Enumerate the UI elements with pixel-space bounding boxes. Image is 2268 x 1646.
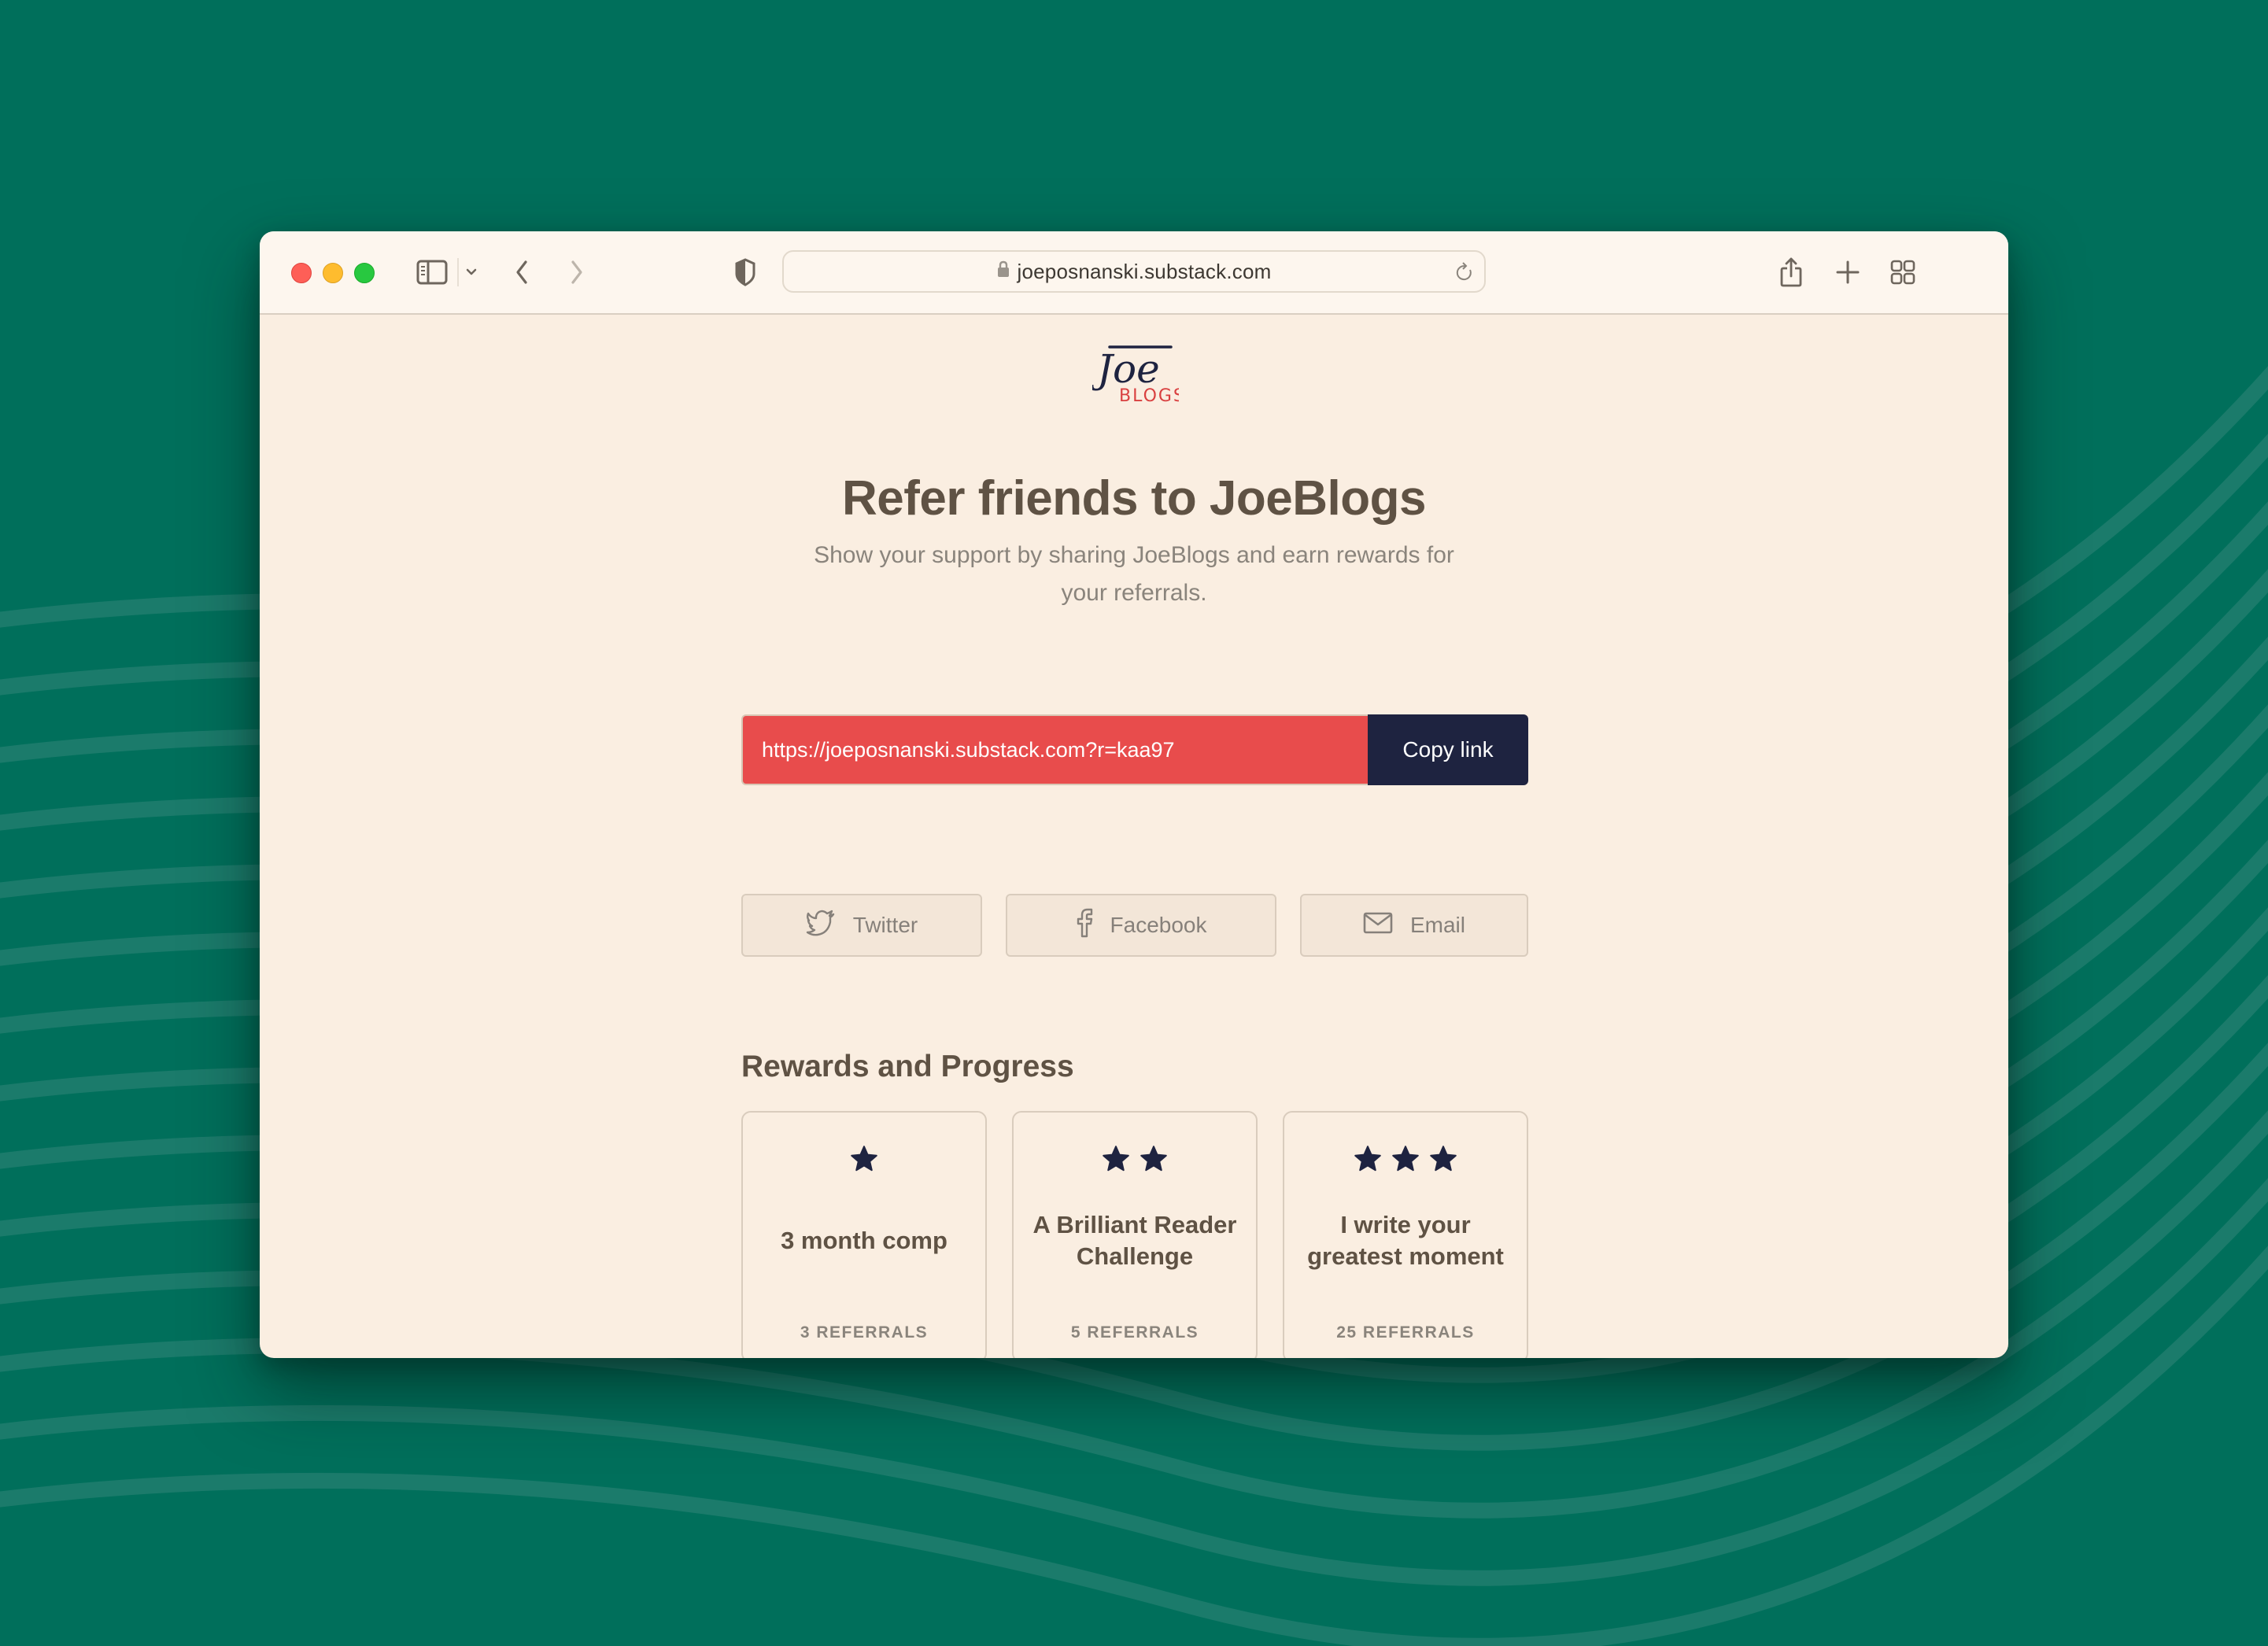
twitter-icon <box>806 910 836 942</box>
reward-title: 3 month comp <box>781 1227 947 1254</box>
sidebar-icon[interactable] <box>414 255 450 290</box>
reward-requirement: 5 REFERRALS <box>1070 1323 1199 1342</box>
privacy-shield-icon[interactable] <box>732 255 759 290</box>
reward-stars <box>743 1144 985 1174</box>
share-twitter-label: Twitter <box>852 913 918 937</box>
reload-icon[interactable] <box>1454 261 1475 287</box>
reward-card: A Brilliant Reader Challenge 5 REFERRALS <box>1012 1111 1258 1358</box>
share-facebook-button[interactable]: Facebook <box>1006 894 1276 957</box>
url-text: joeposnanski.substack.com <box>1017 260 1272 283</box>
star-icon <box>1140 1146 1167 1172</box>
browser-toolbar: joeposnanski.substack.com <box>260 231 2008 315</box>
reward-stars <box>1284 1144 1527 1174</box>
reward-requirement: 3 REFERRALS <box>800 1323 929 1342</box>
logo-joe-text: Joe <box>1092 346 1160 392</box>
star-icon <box>1103 1146 1129 1172</box>
page-title: Refer friends to JoeBlogs <box>842 471 1426 526</box>
reward-stars <box>1014 1144 1256 1174</box>
forward-icon[interactable] <box>563 255 590 290</box>
facebook-icon <box>1076 908 1093 943</box>
tab-overview-icon[interactable] <box>1887 255 1919 290</box>
referral-link-input[interactable] <box>741 714 1368 785</box>
reward-card: I write your greatest moment 25 REFERRAL… <box>1283 1111 1528 1358</box>
zoom-window-button[interactable] <box>354 263 375 283</box>
copy-link-button[interactable]: Copy link <box>1368 714 1528 785</box>
page-content: Joe BLOGS Refer friends to JoeBlogs Show… <box>260 315 2008 1358</box>
joeblogs-logo[interactable]: Joe BLOGS <box>1092 343 1179 406</box>
share-twitter-button[interactable]: Twitter <box>741 894 982 957</box>
rewards-section-title: Rewards and Progress <box>741 1050 1074 1083</box>
reward-requirement: 25 REFERRALS <box>1336 1323 1475 1342</box>
share-icon[interactable] <box>1775 255 1807 290</box>
address-bar[interactable]: joeposnanski.substack.com <box>782 250 1486 293</box>
chevron-down-icon[interactable] <box>461 255 482 290</box>
reward-title: I write your greatest moment <box>1307 1211 1504 1270</box>
share-email-button[interactable]: Email <box>1300 894 1528 957</box>
star-icon <box>1430 1146 1457 1172</box>
email-icon <box>1363 912 1393 939</box>
page-subtitle: Show your support by sharing JoeBlogs an… <box>814 542 1454 606</box>
reward-card: 3 month comp 3 REFERRALS <box>741 1111 987 1358</box>
share-facebook-label: Facebook <box>1110 913 1207 937</box>
new-tab-icon[interactable] <box>1832 255 1864 290</box>
lock-icon <box>997 251 1010 290</box>
minimize-window-button[interactable] <box>323 263 343 283</box>
star-icon <box>1392 1146 1419 1172</box>
star-icon <box>851 1146 877 1172</box>
star-icon <box>1354 1146 1381 1172</box>
share-email-label: Email <box>1409 913 1465 937</box>
reward-title: A Brilliant Reader Challenge <box>1032 1211 1237 1270</box>
browser-window: joeposnanski.substack.com Joe BLOGS Refe… <box>260 231 2008 1358</box>
toolbar-divider <box>456 255 460 290</box>
logo-blogs-text: BLOGS <box>1119 386 1179 406</box>
close-window-button[interactable] <box>291 263 312 283</box>
back-icon[interactable] <box>508 255 535 290</box>
